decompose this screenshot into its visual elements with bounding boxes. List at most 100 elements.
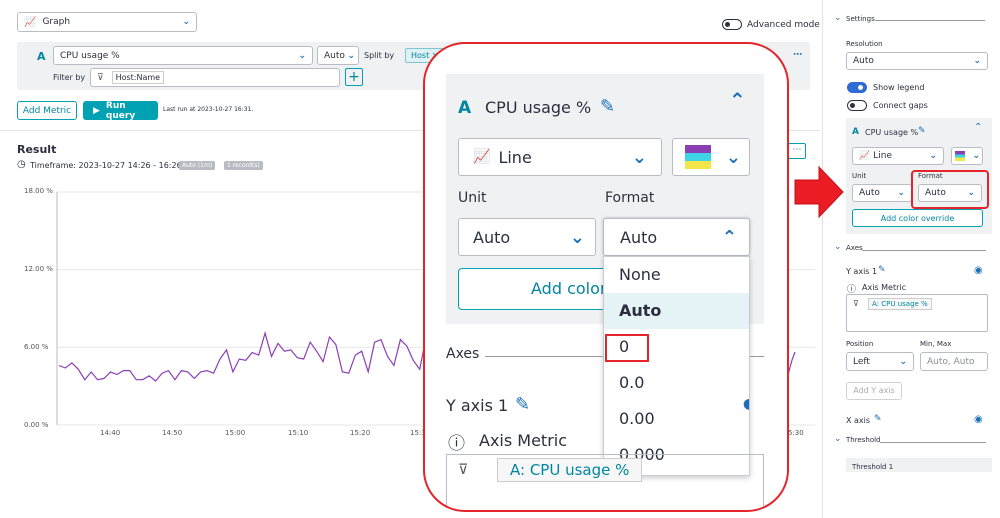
visualization-label: Graph (42, 17, 71, 27)
series-line (58, 330, 439, 382)
records-badge: 1 record(s) (224, 161, 263, 170)
chevron-down-icon: ⌄ (298, 50, 306, 61)
minmax-label: Min, Max (920, 340, 952, 348)
more-options-icon[interactable]: ⋯ (793, 50, 802, 60)
format-option[interactable]: 0.0 (604, 365, 749, 401)
zoom-format-select[interactable]: Auto ⌃ (603, 218, 750, 256)
chevron-down-icon: ⌄ (899, 356, 907, 367)
axis-metric-chip[interactable]: A: CPU usage % (868, 298, 932, 310)
pencil-icon[interactable]: ✎ (874, 414, 882, 424)
settings-title: Settings (846, 15, 875, 23)
add-y-axis-button[interactable]: Add Y axis (846, 382, 902, 400)
zoom-unit-label: Unit (458, 190, 487, 206)
info-icon: ⓘ (448, 434, 465, 454)
pencil-icon[interactable]: ✎ (515, 394, 530, 415)
chevron-up-icon[interactable]: ⌃ (729, 88, 746, 112)
chart-more-button[interactable]: ⋯ (788, 143, 806, 159)
chevron-up-icon[interactable]: ⌃ (974, 122, 982, 133)
y-tick: 18.00 % (24, 187, 53, 195)
pencil-icon[interactable]: ✎ (600, 96, 615, 117)
filter-icon: ⊽ (97, 72, 104, 83)
axis-metric-label: Axis Metric (862, 283, 907, 292)
visualization-select[interactable]: 📈 Graph ⌄ (17, 12, 197, 32)
chevron-down-icon: ⌄ (725, 146, 741, 168)
zoom-y-axis-title: Y axis 1 (446, 396, 509, 415)
chevron-down-icon: ⌄ (182, 17, 190, 27)
format-option[interactable]: None (604, 257, 749, 293)
option-highlight (605, 334, 649, 362)
divider (862, 250, 986, 251)
line-chart-icon: 📈 (473, 149, 491, 165)
palette-icon (955, 151, 965, 161)
chevron-down-icon[interactable]: ⌄ (834, 434, 842, 444)
x-axis-title: X axis (846, 416, 871, 425)
zoom-metric-letter: A (458, 98, 472, 118)
connect-gaps-toggle[interactable] (847, 100, 867, 111)
divider (750, 356, 764, 357)
format-option-selected[interactable]: Auto (604, 293, 749, 329)
zoom-color-select[interactable]: ⌄ (672, 138, 750, 176)
eye-icon[interactable]: ◖ (743, 396, 750, 412)
divider (880, 442, 986, 443)
filter-icon: ⊽ (458, 462, 469, 478)
chevron-down-icon: ⌄ (569, 226, 585, 248)
chevron-down-icon[interactable]: ⌄ (834, 13, 842, 23)
clock-icon: ◷ (17, 159, 26, 170)
add-color-override-button[interactable]: Add color override (852, 209, 983, 227)
x-tick: 5:30 (788, 429, 804, 437)
add-filter-button[interactable]: + (345, 68, 363, 86)
eye-icon[interactable]: ◉ (974, 414, 983, 425)
format-option[interactable]: 0.00 (604, 401, 749, 437)
pencil-icon[interactable]: ✎ (918, 126, 926, 136)
filter-input[interactable]: ⊽ Host:Name (90, 68, 340, 87)
resolution-select[interactable]: Auto ⌄ (846, 52, 988, 70)
advanced-mode-toggle[interactable] (722, 19, 742, 30)
filter-by-label: Filter by (53, 73, 86, 82)
x-tick: 15:20 (350, 429, 371, 437)
threshold-title: Threshold (846, 436, 881, 444)
chart-type-select[interactable]: 📈 Line ⌄ (852, 147, 944, 165)
format-dropdown: None Auto 0 0.0 0.00 0.000 (603, 256, 750, 476)
timeframe-text: Timeframe: 2023-10-27 14:26 - 16:26 (30, 161, 182, 170)
x-tick: 15:10 (288, 429, 309, 437)
metric-select[interactable]: CPU usage % ⌄ (53, 46, 313, 65)
zoom-axis-metric-chip[interactable]: A: CPU usage % (497, 458, 643, 482)
last-run-text: Last run at 2023-10-27 16:31. (163, 106, 254, 113)
run-query-button[interactable]: ▶ Run query (83, 101, 158, 121)
query-letter: A (37, 50, 46, 63)
position-select[interactable]: Left ⌄ (846, 352, 914, 371)
chevron-down-icon: ⌄ (972, 151, 980, 161)
unit-select[interactable]: Auto ⌄ (852, 184, 912, 202)
split-by-label: Split by (364, 51, 395, 60)
threshold-item[interactable]: Threshold 1 (846, 458, 992, 472)
chevron-down-icon: ⌄ (897, 188, 905, 198)
chevron-up-icon: ⌃ (721, 226, 737, 248)
axes-title: Axes (846, 244, 863, 252)
x-tick: 15:00 (225, 429, 246, 437)
result-title: Result (17, 143, 57, 156)
auto-badge: Auto (1m) (179, 161, 216, 170)
color-select[interactable]: ⌄ (951, 147, 983, 165)
divider (875, 20, 985, 21)
chevron-down-icon[interactable]: ⌄ (834, 242, 842, 252)
zoom-unit-select[interactable]: Auto ⌄ (458, 218, 596, 256)
filter-icon: ⊽ (853, 299, 859, 308)
zoom-chart-type-select[interactable]: 📈 Line ⌄ (458, 138, 662, 176)
chevron-down-icon: ⌄ (631, 146, 647, 168)
y-tick: 6.00 % (24, 343, 49, 351)
add-metric-button[interactable]: Add Metric (17, 101, 77, 120)
zoom-callout: A CPU usage % ✎ ⌃ 📈 Line ⌄ ⌄ Unit Format … (423, 42, 789, 512)
x-tick: 14:50 (162, 429, 183, 437)
unit-label: Unit (852, 172, 867, 180)
eye-icon[interactable]: ◉ (974, 265, 983, 276)
minmax-input[interactable]: Auto, Auto (920, 352, 988, 371)
y-tick: 12.00 % (24, 265, 53, 273)
show-legend-toggle[interactable] (847, 82, 867, 93)
pencil-icon[interactable]: ✎ (878, 265, 886, 275)
aggregation-select[interactable]: Auto ⌄ (317, 46, 359, 65)
format-highlight (911, 170, 989, 209)
chevron-down-icon: ⌄ (973, 56, 981, 66)
show-legend-label: Show legend (873, 83, 925, 92)
line-chart-icon: 📈 (859, 151, 871, 161)
x-tick: 14:40 (100, 429, 121, 437)
